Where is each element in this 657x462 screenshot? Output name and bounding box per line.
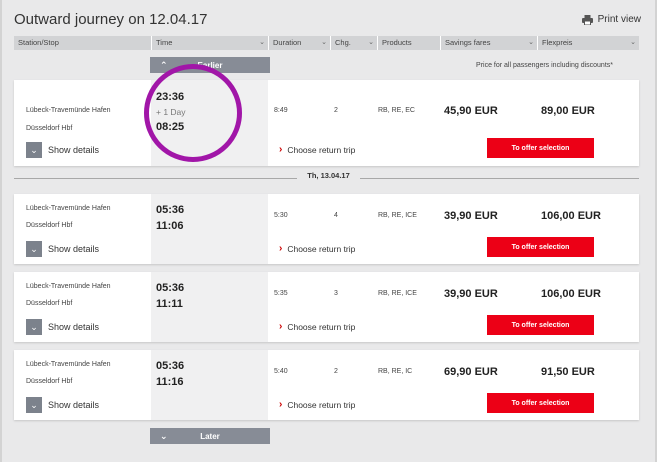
return-trip-label: Choose return trip [287,243,356,254]
from-station: Lübeck-Travemünde Hafen [26,361,111,368]
savings-fare: 39,90 EUR [444,288,498,300]
from-station: Lübeck-Travemünde Hafen [26,283,111,290]
print-view-label: Print view [597,14,641,25]
changes: 4 [334,212,338,219]
col-flexpreis[interactable]: Flexpreis ⌄ [537,36,639,50]
from-station: Lübeck-Travemünde Hafen [26,107,111,114]
choose-return-trip-link[interactable]: › Choose return trip [279,144,355,155]
changes: 2 [334,107,338,114]
show-details-label: Show details [48,322,100,332]
connection-card: Lübeck-Travemünde Hafen Düsseldorf Hbf 0… [14,194,639,264]
show-details-button[interactable]: ⌄ Show details [26,397,99,413]
flex-fare: 106,00 EUR [541,288,601,300]
departure-time: 05:36 [156,360,185,372]
offer-selection-button[interactable]: To offer selection [487,237,594,257]
to-station: Düsseldorf Hbf [26,300,73,307]
show-details-label: Show details [48,400,100,410]
col-changes[interactable]: Chg. ⌄ [330,36,377,50]
savings-fare: 39,90 EUR [444,210,498,222]
arrival-time: 11:16 [156,376,184,388]
changes: 2 [334,368,338,375]
changes: 3 [334,290,338,297]
departure-time: 05:36 [156,282,185,294]
price-note: Price for all passengers including disco… [476,62,613,69]
flex-fare: 106,00 EUR [541,210,601,222]
show-details-label: Show details [48,145,100,155]
show-details-label: Show details [48,244,100,254]
choose-return-trip-link[interactable]: › Choose return trip [279,243,355,254]
duration: 5:40 [274,368,288,375]
connection-card: Lübeck-Travemünde Hafen Düsseldorf Hbf 0… [14,272,639,342]
chevron-right-icon: › [279,399,283,410]
chevron-down-icon: ⌄ [160,431,168,441]
left-border [0,0,2,462]
later-button[interactable]: ⌄ Later [150,428,270,444]
products: RB, RE, EC [378,107,415,114]
duration: 5:30 [274,212,288,219]
connection-card: Lübeck-Travemünde Hafen Düsseldorf Hbf 2… [14,80,639,166]
return-trip-label: Choose return trip [287,144,356,155]
chevron-right-icon: › [279,144,283,155]
to-station: Düsseldorf Hbf [26,378,73,385]
chevron-down-icon: ⌄ [26,397,42,413]
return-trip-label: Choose return trip [287,321,356,332]
annotation-circle [144,64,242,162]
chevron-right-icon: › [279,243,283,254]
duration: 5:35 [274,290,288,297]
later-label: Later [200,431,220,441]
arrival-time: 11:11 [156,298,183,310]
print-view-link[interactable]: Print view [581,14,641,25]
day-separator-label: Th, 13.04.17 [297,171,360,180]
connection-card: Lübeck-Travemünde Hafen Düsseldorf Hbf 0… [14,350,639,420]
to-station: Düsseldorf Hbf [26,222,73,229]
choose-return-trip-link[interactable]: › Choose return trip [279,321,355,332]
col-time[interactable]: Time ⌄ [151,36,268,50]
chevron-down-icon: ⌄ [368,39,374,46]
chevron-down-icon: ⌄ [26,319,42,335]
chevron-down-icon: ⌄ [26,142,42,158]
products: RB, RE, ICE [378,212,417,219]
chevron-right-icon: › [279,321,283,332]
col-savings[interactable]: Savings fares ⌄ [440,36,537,50]
flex-fare: 89,00 EUR [541,105,595,117]
offer-selection-button[interactable]: To offer selection [487,138,594,158]
chevron-down-icon: ⌄ [259,39,265,46]
flex-fare: 91,50 EUR [541,366,595,378]
duration: 8:49 [274,107,288,114]
products: RB, RE, IC [378,368,413,375]
savings-fare: 69,90 EUR [444,366,498,378]
from-station: Lübeck-Travemünde Hafen [26,205,111,212]
chevron-down-icon: ⌄ [321,39,327,46]
offer-selection-button[interactable]: To offer selection [487,315,594,335]
savings-fare: 45,90 EUR [444,105,498,117]
arrival-time: 11:06 [156,220,184,232]
col-products[interactable]: Products [377,36,440,50]
departure-time: 05:36 [156,204,185,216]
col-duration[interactable]: Duration ⌄ [268,36,330,50]
printer-icon [581,14,593,25]
products: RB, RE, ICE [378,290,417,297]
return-trip-label: Choose return trip [287,399,356,410]
page-title: Outward journey on 12.04.17 [14,11,208,28]
chevron-down-icon: ⌄ [26,241,42,257]
chevron-down-icon: ⌄ [528,39,534,46]
show-details-button[interactable]: ⌄ Show details [26,319,99,335]
to-station: Düsseldorf Hbf [26,125,73,132]
column-header-bar: Station/Stop Time ⌄ Duration ⌄ Chg. ⌄ Produ… [14,36,639,50]
col-station[interactable]: Station/Stop [14,36,151,50]
choose-return-trip-link[interactable]: › Choose return trip [279,399,355,410]
chevron-down-icon: ⌄ [630,39,636,46]
show-details-button[interactable]: ⌄ Show details [26,142,99,158]
offer-selection-button[interactable]: To offer selection [487,393,594,413]
show-details-button[interactable]: ⌄ Show details [26,241,99,257]
